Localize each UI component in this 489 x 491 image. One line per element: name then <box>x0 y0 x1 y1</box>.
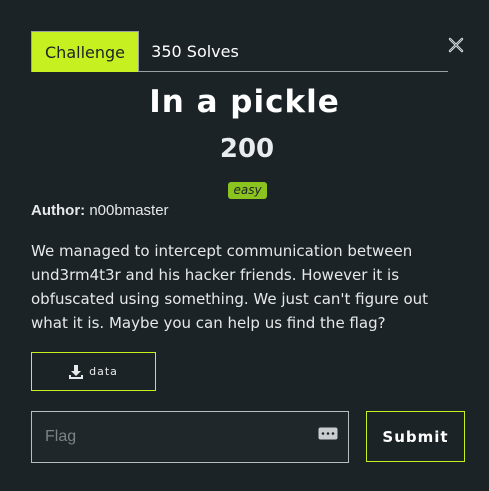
submit-button[interactable]: Submit <box>366 411 465 462</box>
file-download-label: data <box>89 365 118 378</box>
challenge-points: 200 <box>219 134 275 164</box>
difficulty-badge: easy <box>228 182 267 199</box>
challenge-title: In a pickle <box>149 84 340 120</box>
flag-input[interactable] <box>31 411 349 463</box>
tab-solves[interactable]: 350 Solves <box>139 31 251 72</box>
close-icon[interactable] <box>447 36 465 54</box>
author-line: Author: n00bmaster <box>31 202 169 219</box>
challenge-modal: Challenge 350 Solves In a pickle 200 eas… <box>0 0 489 491</box>
tab-challenge[interactable]: Challenge <box>31 31 139 72</box>
password-manager-icon[interactable] <box>318 427 338 440</box>
file-download-button[interactable]: data <box>31 352 156 391</box>
difficulty-badge-wrap: easy <box>0 181 489 199</box>
author-label: Author: <box>31 202 86 219</box>
download-icon <box>69 364 84 379</box>
tab-bar: Challenge 350 Solves <box>31 31 448 72</box>
challenge-description: We managed to intercept communication be… <box>31 242 429 332</box>
author-name: n00bmaster <box>89 202 169 219</box>
